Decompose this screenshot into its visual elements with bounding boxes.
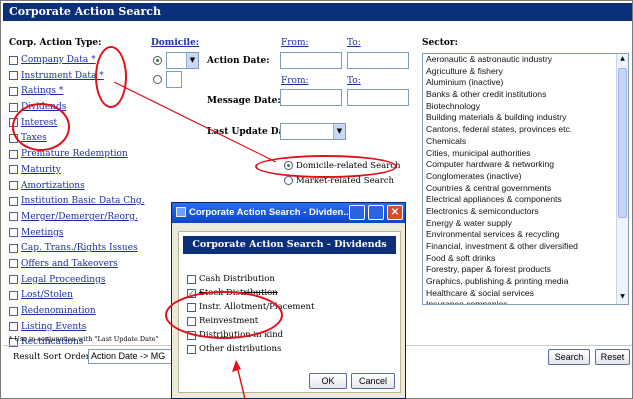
arrow-head-icon bbox=[232, 360, 241, 372]
arrow-shaft bbox=[236, 365, 246, 399]
annotation-arrow bbox=[232, 360, 246, 399]
